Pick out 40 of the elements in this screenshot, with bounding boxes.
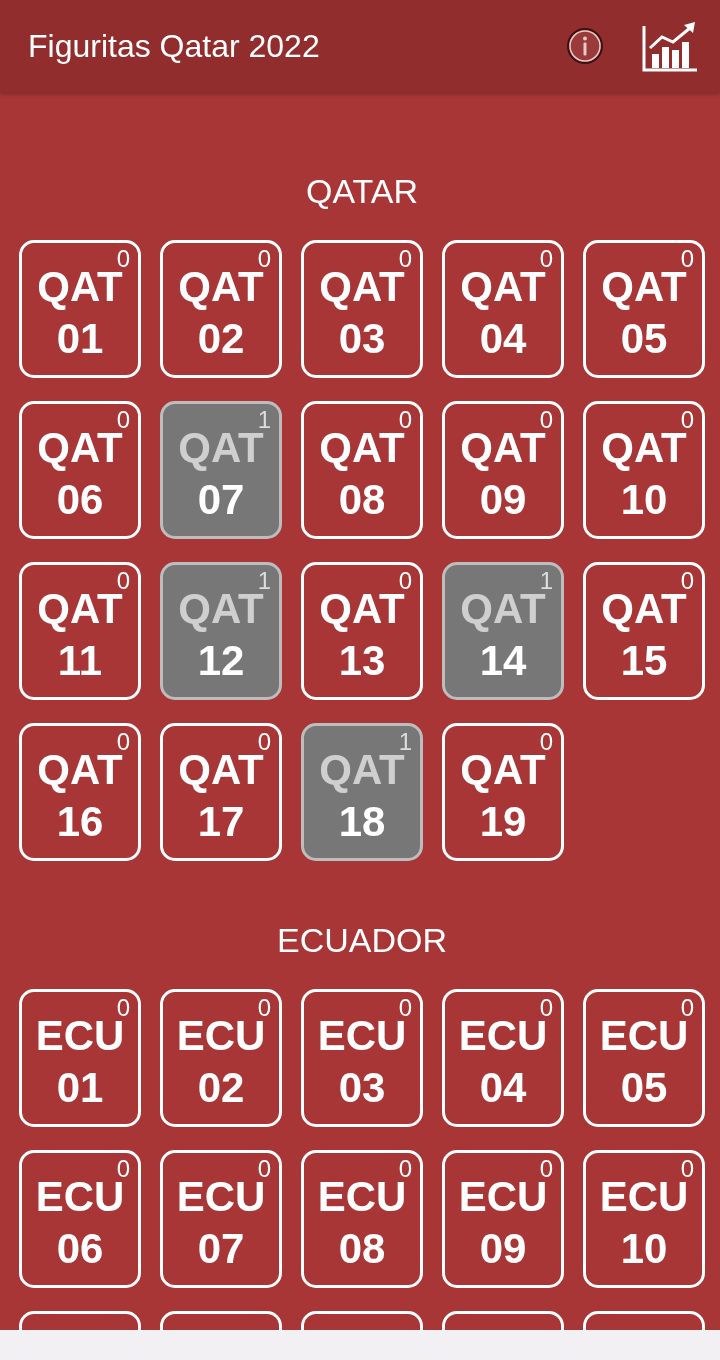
- sticker-number: 15: [620, 636, 668, 686]
- sticker-number: 10: [620, 1224, 668, 1274]
- sticker-number: 01: [56, 314, 104, 364]
- sticker-number: 17: [197, 797, 245, 847]
- sticker-number: 12: [197, 636, 245, 686]
- section-title: ECUADOR: [276, 920, 448, 961]
- sticker-number: 14: [479, 636, 527, 686]
- sticker-number: 03: [338, 314, 386, 364]
- sticker-number: 19: [479, 797, 527, 847]
- stats-button[interactable]: [642, 20, 698, 72]
- sticker-number: 06: [56, 1224, 104, 1274]
- sticker-count: 1: [257, 406, 271, 433]
- sticker-number: 16: [56, 797, 104, 847]
- sticker-number: 07: [197, 475, 245, 525]
- sticker-count: 1: [398, 728, 412, 755]
- info-icon: [566, 27, 604, 65]
- sticker-number: 04: [479, 1063, 527, 1113]
- sticker-number: 09: [479, 1224, 527, 1274]
- chart-icon: [642, 20, 698, 72]
- sticker-number: 05: [620, 1063, 668, 1113]
- sticker-number: 02: [197, 1063, 245, 1113]
- info-button[interactable]: [566, 27, 604, 65]
- sticker-number: 13: [338, 636, 386, 686]
- sticker-number: 01: [56, 1063, 104, 1113]
- sticker-number: 11: [57, 636, 103, 686]
- section-title: QATAR: [304, 171, 420, 212]
- sticker-number: 08: [338, 475, 386, 525]
- sticker-number: 10: [620, 475, 668, 525]
- sticker-number: 03: [338, 1063, 386, 1113]
- sticker-number: 09: [479, 475, 527, 525]
- app-title: Figuritas Qatar 2022: [28, 27, 321, 65]
- sticker-number: 08: [338, 1224, 386, 1274]
- sticker-count: 1: [539, 567, 553, 594]
- sticker-number: 18: [338, 797, 386, 847]
- sticker-number: 05: [620, 314, 668, 364]
- sticker-number: 02: [197, 314, 245, 364]
- sticker-number: 04: [479, 314, 527, 364]
- sticker-count: 1: [257, 567, 271, 594]
- sticker-number: 06: [56, 475, 104, 525]
- sticker-number: 07: [197, 1224, 245, 1274]
